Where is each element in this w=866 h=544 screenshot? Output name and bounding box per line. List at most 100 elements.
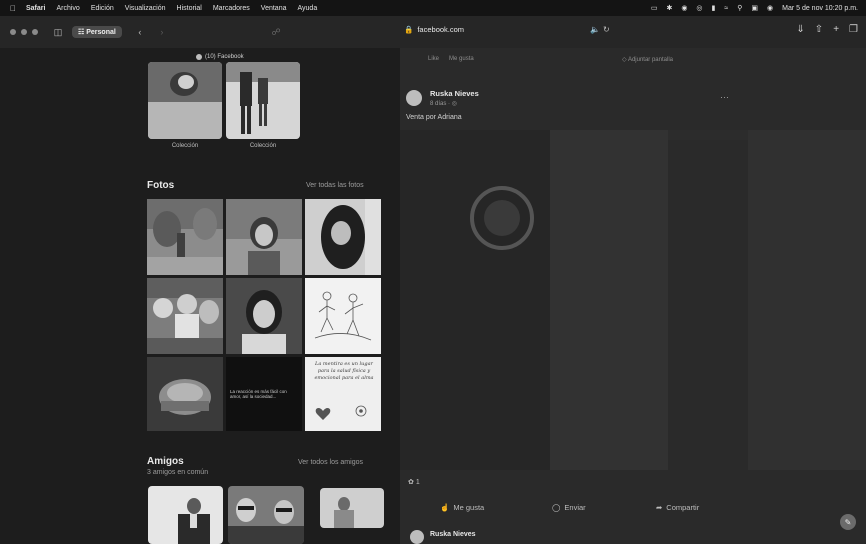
facebook-icon: [196, 54, 202, 60]
photo-tile[interactable]: [147, 199, 223, 275]
like-button[interactable]: ☝ Me gusta: [440, 503, 484, 512]
menu-app-safari[interactable]: Safari: [26, 5, 45, 12]
location-icon[interactable]: ◉: [681, 4, 687, 12]
photo-tile[interactable]: [226, 278, 302, 354]
menu-edicion[interactable]: Edición: [91, 5, 114, 12]
window-controls: [10, 29, 38, 35]
friend-photo: [148, 486, 223, 544]
toolbar-right: ⇓ ⇧ + ❐: [796, 24, 858, 35]
photo-image: [226, 278, 302, 354]
next-author-avatar[interactable]: [410, 530, 424, 544]
photo-image: [147, 278, 223, 354]
see-all-photos-link[interactable]: Ver todas las fotos: [306, 182, 364, 189]
menu-bar:  Safari Archivo Edición Visualización H…: [0, 0, 866, 16]
close-window-button[interactable]: [10, 29, 16, 35]
friend-card[interactable]: [148, 486, 223, 544]
prev-like-label[interactable]: Like: [428, 56, 439, 62]
reactions-count[interactable]: ✿ 1: [408, 478, 420, 486]
post-actions-bar: ☝ Me gusta ◯ Enviar ➦ Compartir: [400, 496, 866, 518]
menu-ayuda[interactable]: Ayuda: [297, 5, 317, 12]
forward-icon[interactable]: ›: [154, 25, 170, 39]
zoom-window-button[interactable]: [32, 29, 38, 35]
menu-ventana[interactable]: Ventana: [261, 5, 287, 12]
friend-photo: [228, 486, 304, 544]
share-button[interactable]: ➦ Compartir: [656, 503, 699, 512]
next-post-author[interactable]: Ruska Nieves: [430, 531, 476, 538]
menu-archivo[interactable]: Archivo: [56, 5, 79, 12]
friends-subtitle: 3 amigos en común: [147, 469, 209, 476]
download-icon[interactable]: ⇓: [796, 24, 804, 35]
tab-title-text: (10) Facebook: [205, 54, 244, 60]
friend-photo: [320, 488, 384, 528]
post-video[interactable]: [400, 130, 866, 470]
control-center-icon[interactable]: ▣: [751, 4, 758, 12]
photo-image: [305, 278, 381, 354]
compose-icon[interactable]: ✎: [840, 514, 856, 530]
clock[interactable]: Mar 5 de nov 10:20 p.m.: [782, 5, 858, 12]
photo-tile[interactable]: [147, 278, 223, 354]
pin-screen-label[interactable]: ◇ Adjuntar pantalla: [622, 56, 673, 63]
apple-icon[interactable]: : [8, 4, 18, 13]
tab-overview-icon[interactable]: ❐: [849, 24, 858, 35]
tab-title[interactable]: (10) Facebook: [196, 54, 244, 60]
controls-icon[interactable]: ◎: [696, 4, 702, 12]
photo-tile[interactable]: [147, 357, 223, 431]
share-label: Compartir: [666, 502, 700, 512]
back-icon[interactable]: ‹: [132, 25, 148, 39]
globe-icon: ◎: [451, 101, 457, 107]
send-button[interactable]: ◯ Enviar: [552, 503, 586, 512]
sidebar-icon[interactable]: ◫: [50, 25, 66, 39]
heart-flower-drawing: [315, 405, 367, 420]
browser-toolbar: ◫ ☷ Personal ‹ › ☍ 🔒 facebook.com 🔈↻ ⇓ ⇧…: [0, 16, 866, 48]
new-tab-icon[interactable]: +: [833, 24, 839, 35]
friend-card[interactable]: [320, 488, 384, 528]
collection-image: [226, 62, 300, 139]
post-author[interactable]: Ruska Nieves: [430, 89, 479, 98]
minimize-window-button[interactable]: [21, 29, 27, 35]
profile-button[interactable]: ☷ Personal: [72, 26, 122, 38]
photos-title: Fotos: [147, 180, 175, 191]
photo-tile[interactable]: [305, 199, 381, 275]
share-icon[interactable]: ⇧: [815, 24, 823, 35]
search-icon[interactable]: ⚲: [737, 4, 742, 12]
collection-caption: Colección: [249, 143, 277, 149]
menu-visualizacion[interactable]: Visualización: [125, 5, 166, 12]
menu-historial[interactable]: Historial: [177, 5, 202, 12]
author-avatar[interactable]: [406, 90, 422, 106]
prev-reply-label[interactable]: Me gusta: [449, 56, 474, 62]
status-area: ▭ ✱ ◉ ◎ ▮ ≈ ⚲ ▣ ◉ Mar 5 de nov 10:20 p.m…: [651, 4, 858, 13]
photo-tile[interactable]: La reacción es más fácil con amor, así l…: [226, 357, 302, 431]
thumbs-up-icon: ☝: [440, 502, 450, 512]
collection-image: [148, 62, 222, 139]
bluetooth-icon[interactable]: ✱: [666, 4, 672, 12]
photo-tile[interactable]: [305, 278, 381, 354]
photo-tile[interactable]: [226, 199, 302, 275]
wifi-icon[interactable]: ≈: [724, 5, 728, 12]
photo-tile[interactable]: La mentira es un lugar para la salud fís…: [305, 357, 381, 431]
post-meta: 8 días · ◎: [430, 100, 457, 107]
more-options-icon[interactable]: ⋯: [720, 92, 729, 103]
prev-post-actions: Like Me gusta: [428, 56, 474, 62]
address-bar[interactable]: 🔒 facebook.com: [404, 25, 464, 34]
shield-icon[interactable]: ☍: [268, 25, 284, 39]
send-label: Enviar: [564, 502, 586, 512]
see-all-friends-link[interactable]: Ver todos los amigos: [298, 459, 363, 466]
like-label: Me gusta: [453, 502, 485, 512]
battery-icon[interactable]: ▮: [712, 4, 716, 12]
post-time: 8 días ·: [430, 101, 452, 107]
photo-image: [305, 199, 381, 275]
collection-card[interactable]: [226, 62, 300, 139]
photo-image: [147, 357, 223, 431]
screen-mirror-icon[interactable]: ▭: [651, 4, 658, 12]
profile-icon: ☷: [78, 29, 87, 36]
siri-icon[interactable]: ◉: [767, 4, 773, 12]
friends-title: Amigos: [147, 456, 184, 467]
audio-reload-icons[interactable]: 🔈↻: [590, 25, 613, 34]
photo-tile-text: La reacción es más fácil con amor, así l…: [230, 389, 287, 399]
post-caption: Venta por Adriana: [406, 114, 462, 121]
menu-marcadores[interactable]: Marcadores: [213, 5, 250, 12]
share-arrow-icon: ➦: [656, 502, 663, 512]
friend-card[interactable]: [228, 486, 304, 544]
collection-card[interactable]: [148, 62, 222, 139]
photo-tile-text: La mentira es un lugar para la salud fís…: [314, 361, 374, 381]
